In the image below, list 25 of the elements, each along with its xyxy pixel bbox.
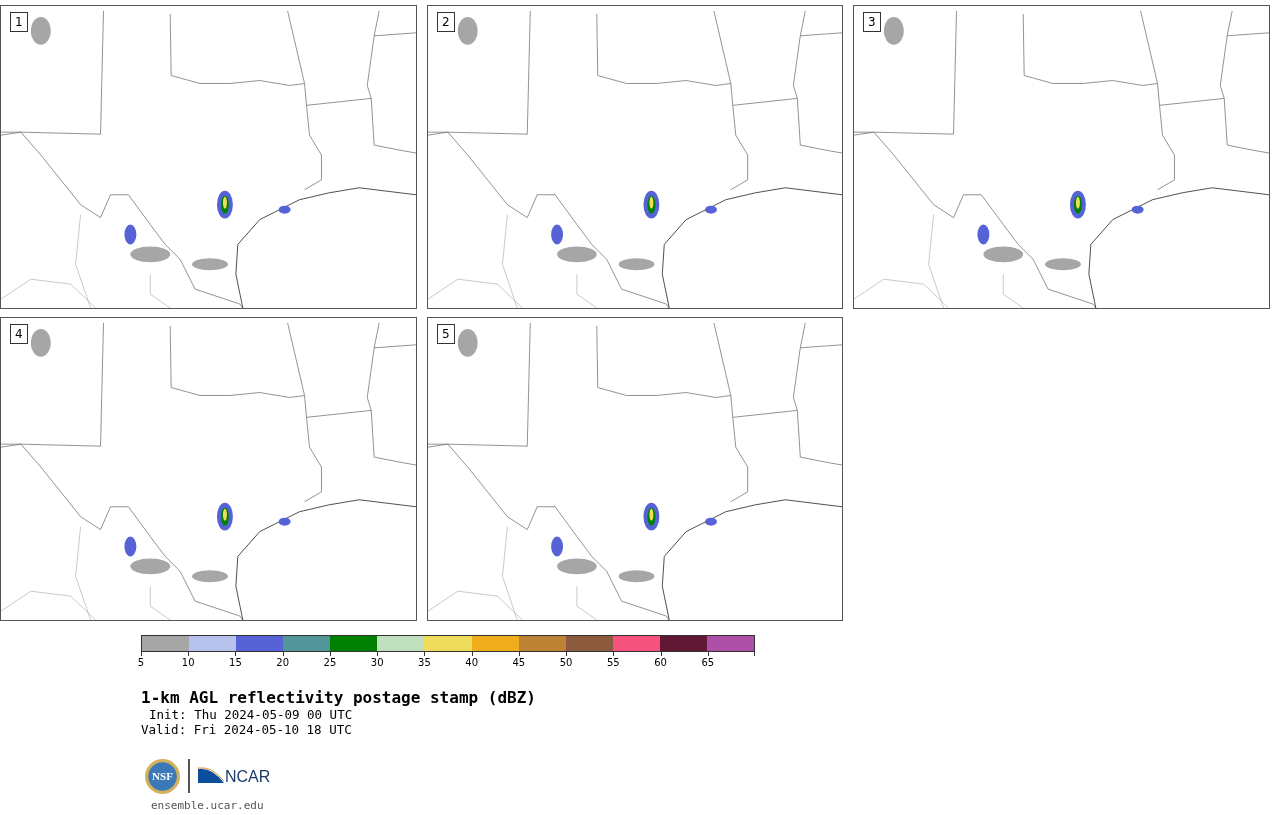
panel-number: 5	[437, 324, 455, 344]
nsf-logo: NSF	[145, 758, 180, 794]
tick-label: 15	[229, 657, 242, 669]
panel-number: 4	[10, 324, 28, 344]
valid-time: Valid: Fri 2024-05-10 18 UTC	[141, 722, 353, 737]
panel-number: 3	[863, 12, 881, 32]
tick-label: 35	[418, 657, 431, 669]
tick-label: 55	[607, 657, 620, 669]
tick-label: 60	[654, 657, 667, 669]
swoosh-icon	[198, 767, 224, 785]
ncar-logo: NCAR	[225, 769, 271, 785]
tick-label: 40	[465, 657, 478, 669]
tick-label: 50	[559, 657, 573, 669]
website-url: ensemble.ucar.edu	[151, 798, 265, 814]
tick-label: 25	[323, 657, 337, 669]
tick-label: 10	[181, 657, 195, 669]
chart-title: 1-km AGL reflectivity postage stamp (dBZ)	[141, 689, 537, 707]
tick-label: 45	[512, 657, 526, 669]
tick-label: 30	[370, 657, 384, 669]
tick-label: 5	[137, 657, 145, 669]
panel-number: 2	[437, 12, 455, 32]
panel-number: 1	[10, 12, 28, 32]
init-time: Init: Thu 2024-05-09 00 UTC	[148, 707, 354, 722]
tick-label: 65	[701, 657, 715, 669]
tick-label: 20	[276, 657, 290, 669]
